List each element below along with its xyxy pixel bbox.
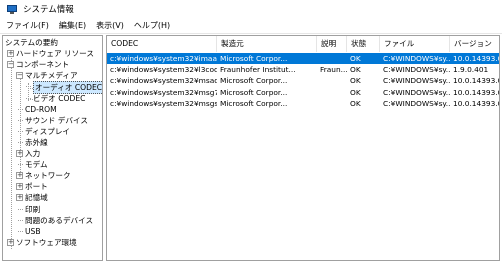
table-cell xyxy=(317,53,347,64)
menu-view[interactable]: 表示(V) xyxy=(91,18,129,33)
tree-item-label: USB xyxy=(25,226,41,236)
tree-item-label: ビデオ CODEC xyxy=(33,93,86,103)
table-cell: Fraun... xyxy=(320,65,347,75)
menu-file[interactable]: ファイル(F) xyxy=(0,18,54,33)
column-header[interactable]: CODEC xyxy=(107,36,217,52)
tree-connector xyxy=(18,164,23,166)
collapse-icon[interactable]: − xyxy=(16,72,23,80)
tree-item-label: コンポーネント xyxy=(16,60,70,70)
table-cell: C:¥WINDOWS¥sy... xyxy=(383,65,450,75)
tree-item-label: CD-ROM xyxy=(25,104,57,114)
table-row[interactable]: c:¥windows¥system32¥msadp32.acmMicrosoft… xyxy=(107,75,499,86)
expand-icon[interactable]: + xyxy=(7,238,14,246)
table-cell: C:¥WINDOWS¥sy... xyxy=(383,76,450,86)
table-cell: C:¥WINDOWS¥sy... xyxy=(383,98,450,108)
table-cell: C:¥WINDOWS¥sy... xyxy=(383,87,450,97)
table-cell xyxy=(317,75,347,86)
expand-icon[interactable]: + xyxy=(16,172,23,180)
tree-connector xyxy=(18,208,23,210)
codec-list[interactable]: CODEC 製造元 説明 状態 ファイル バージョン c:¥windows¥system3… xyxy=(106,35,500,261)
column-header[interactable]: 状態 xyxy=(347,36,380,52)
table-cell: 10.0.14393.0 xyxy=(453,76,500,86)
tree-connector xyxy=(26,86,31,88)
table-cell xyxy=(317,98,347,109)
table-cell: c:¥windows¥system32¥msg711.acm xyxy=(110,87,217,97)
table-cell: OK xyxy=(350,98,361,108)
table-cell: Microsoft Corpor... xyxy=(220,54,288,63)
column-header[interactable]: 説明 xyxy=(317,36,347,52)
table-cell: C:¥WINDOWS¥sy... xyxy=(383,54,450,63)
tree-connector xyxy=(18,119,23,121)
expand-icon[interactable]: + xyxy=(16,150,23,157)
tree-connector xyxy=(20,72,21,172)
tree-item-label: ネットワーク xyxy=(25,171,71,181)
tree-item-label: ディスプレイ xyxy=(25,126,71,136)
table-cell xyxy=(317,87,347,98)
table-cell: c:¥windows¥system32¥l3codeca.acm xyxy=(110,65,217,75)
collapse-icon[interactable]: − xyxy=(7,61,14,69)
tree-connector xyxy=(11,50,12,249)
system-info-window: システム情報 ファイル(F) 編集(E) 表示(V) ヘルプ(H) システムの要… xyxy=(0,0,502,263)
window-title: システム情報 xyxy=(23,5,74,15)
table-cell: 10.0.14393.0 xyxy=(453,54,500,63)
menu-edit[interactable]: 編集(E) xyxy=(54,18,91,33)
table-row[interactable]: c:¥windows¥system32¥msg711.acmMicrosoft … xyxy=(107,87,499,98)
tree-connector xyxy=(18,230,23,232)
tree-item-label: 入力 xyxy=(25,149,41,158)
column-header[interactable]: ファイル xyxy=(380,36,450,52)
tree-connector xyxy=(26,97,31,99)
tree-item-label: 問題のあるデバイス xyxy=(25,215,94,225)
tree-connector xyxy=(18,219,23,221)
menu-bar: ファイル(F) 編集(E) 表示(V) ヘルプ(H) xyxy=(0,18,502,34)
table-cell: OK xyxy=(350,54,361,63)
system-info-app-icon xyxy=(7,4,17,14)
tree-item-label: 印刷 xyxy=(25,204,41,214)
table-cell: 10.0.14393.0 xyxy=(453,87,500,97)
table-row[interactable]: c:¥windows¥system32¥msgsm32.acmMicrosoft… xyxy=(107,98,499,109)
table-cell: OK xyxy=(350,65,361,75)
tree-item-label: 赤外線 xyxy=(25,137,48,147)
table-cell: OK xyxy=(350,87,361,97)
expand-icon[interactable]: + xyxy=(16,194,23,202)
tree-item-label: モデム xyxy=(25,160,48,170)
table-row[interactable]: c:¥windows¥system32¥imaadp32.acmMicrosof… xyxy=(107,53,499,64)
menu-help[interactable]: ヘルプ(H) xyxy=(129,18,175,33)
table-row[interactable]: c:¥windows¥system32¥l3codeca.acmFraunhof… xyxy=(107,64,499,75)
table-cell: 1.9.0.401 xyxy=(453,65,489,75)
table-cell: Microsoft Corpor... xyxy=(220,98,288,108)
expand-icon[interactable]: + xyxy=(16,183,23,191)
tree-item-label: システムの要約 xyxy=(5,38,58,47)
list-header: CODEC 製造元 説明 状態 ファイル バージョン xyxy=(107,36,499,52)
table-cell: Microsoft Corpor... xyxy=(220,76,288,86)
table-cell: c:¥windows¥system32¥msgsm32.acm xyxy=(110,98,217,108)
tree-item-label: ハードウェア リソース xyxy=(16,49,94,59)
tree-item-label: 記憶域 xyxy=(25,193,48,203)
table-cell: c:¥windows¥system32¥imaadp32.acm xyxy=(110,54,217,63)
tree-item-label: ソフトウェア環境 xyxy=(16,237,77,247)
tree-connector xyxy=(18,130,23,132)
column-header[interactable]: 製造元 xyxy=(217,36,317,52)
table-cell: Fraunhofer Institut... xyxy=(220,65,296,75)
tree-connector xyxy=(18,108,23,110)
tree-connector xyxy=(18,141,23,143)
table-cell: 10.0.14393.0 xyxy=(453,98,500,108)
table-cell: Microsoft Corpor... xyxy=(220,87,288,97)
table-cell: c:¥windows¥system32¥msadp32.acm xyxy=(110,76,217,86)
tree-item-label: ポート xyxy=(25,182,48,192)
tree-item-label: マルチメディア xyxy=(25,71,78,81)
tree-item-label: サウンド デバイス xyxy=(25,115,88,125)
table-cell: OK xyxy=(350,76,361,86)
column-header[interactable]: バージョン xyxy=(450,36,499,52)
category-tree[interactable]: システムの要約 + ハードウェア リソース − コンポーネント − マルチメディア オーディオ… xyxy=(2,35,103,261)
title-bar[interactable]: システム情報 xyxy=(0,0,502,18)
expand-icon[interactable]: + xyxy=(7,50,14,58)
